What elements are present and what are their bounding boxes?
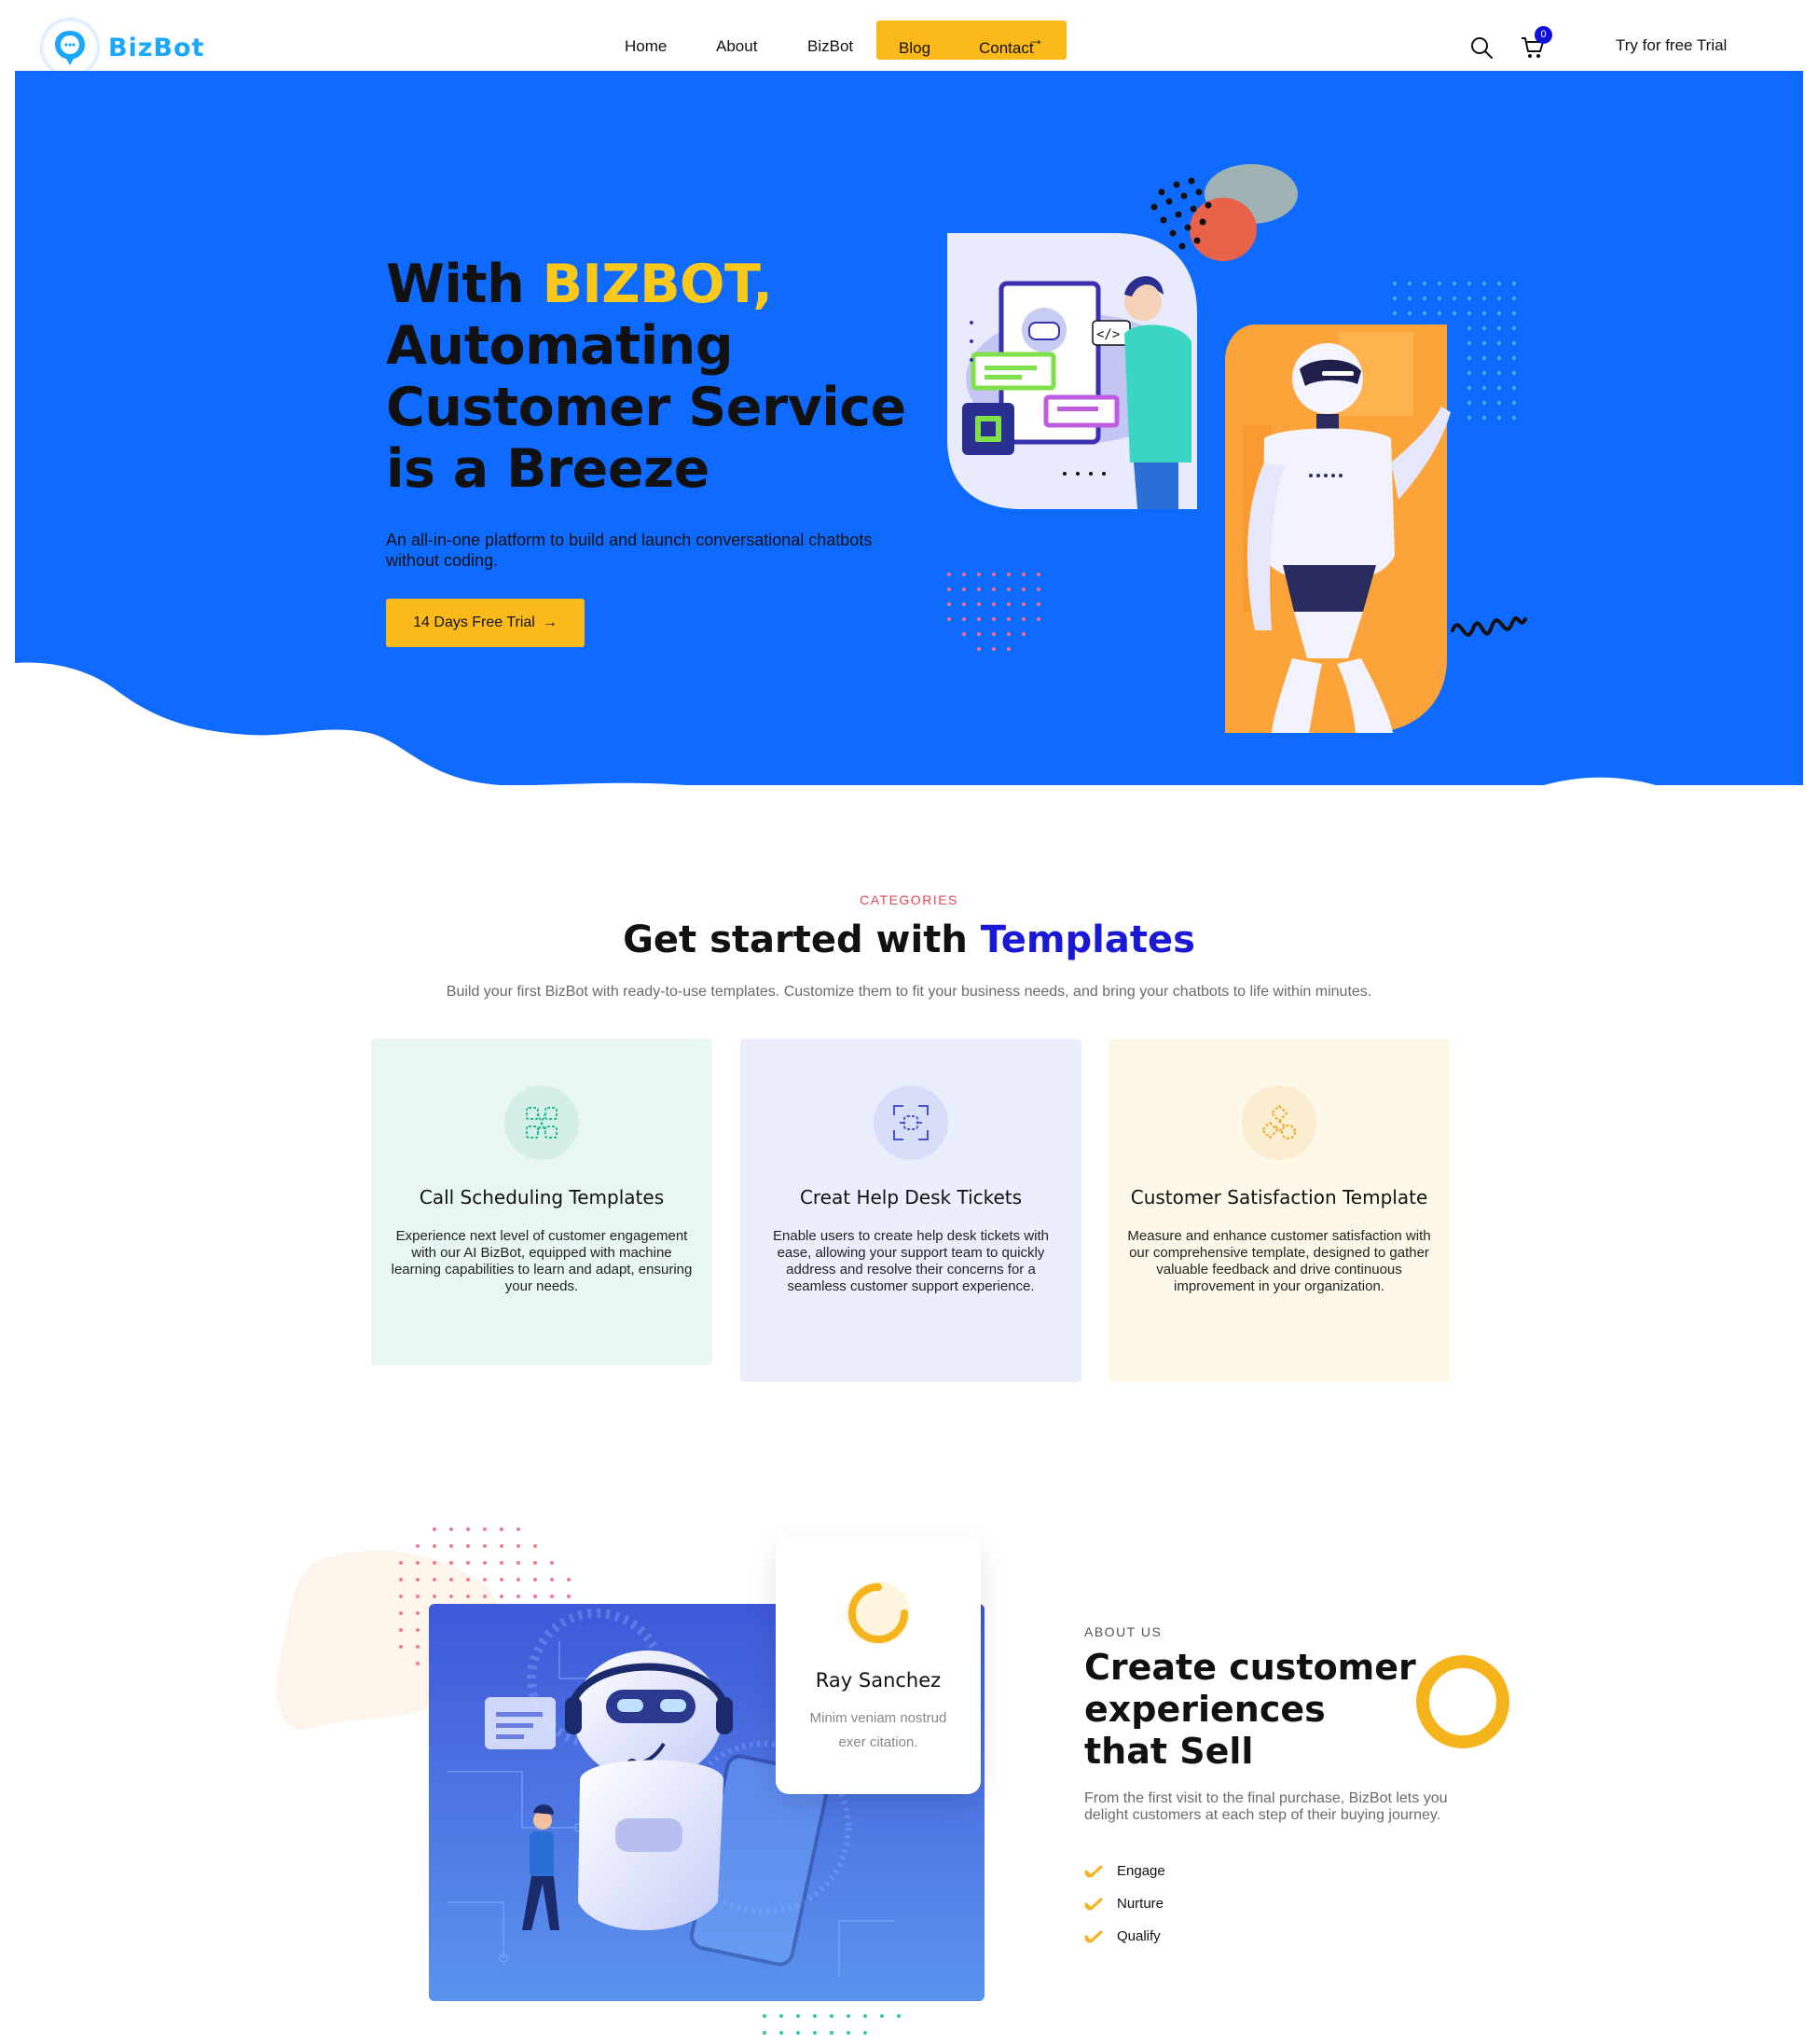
list-item: Engage [1084, 1863, 1165, 1896]
card-text: Experience next level of customer engage… [391, 1228, 693, 1294]
check-icon [1084, 1898, 1103, 1911]
cart-count-badge: 0 [1535, 26, 1552, 44]
card-title: Call Scheduling Templates [419, 1186, 665, 1208]
testimonial-card: Ray Sanchez Minim veniam nostrud exer ci… [776, 1537, 981, 1794]
network-icon [504, 1085, 579, 1160]
developer-illustration: </> [947, 233, 1197, 509]
site-header: BizBot Home About BizBot Blog Contact → … [0, 0, 1818, 76]
about-description: From the first visit to the final purcha… [1084, 1790, 1448, 1823]
check-icon [1084, 1865, 1103, 1878]
try-free-trial-link[interactable]: Try for free Trial [1616, 36, 1727, 55]
list-item-label: Nurture [1117, 1896, 1164, 1912]
robot-illustration [1225, 325, 1527, 733]
template-card-customer-satisfaction[interactable]: Customer Satisfaction Template Measure a… [1109, 1039, 1450, 1382]
dot-pattern-red [947, 573, 1040, 651]
categories-title: Get started with Templates [0, 918, 1818, 961]
template-card-help-desk[interactable]: Creat Help Desk Tickets Enable users to … [740, 1039, 1081, 1382]
about-label: ABOUT US [1084, 1624, 1163, 1639]
hero-section: With BIZBOT, Automating Customer Service… [15, 71, 1803, 785]
loading-ring-icon [847, 1581, 910, 1645]
hero-illustration: </> [947, 164, 1527, 733]
search-icon[interactable] [1469, 35, 1494, 60]
scan-icon [874, 1085, 948, 1160]
about-title: Create customer experiences that Sell [1084, 1647, 1416, 1772]
card-text: Enable users to create help desk tickets… [773, 1228, 1049, 1294]
chat-bubble-icon [41, 19, 99, 76]
arrow-right-icon: → [1027, 30, 1044, 48]
about-feature-list: Engage Nurture Qualify [1084, 1863, 1165, 1961]
decorative-blobs [1190, 164, 1298, 261]
nav-item-contact[interactable]: Contact [979, 39, 1034, 58]
categories-title-prefix: Get started with [623, 918, 981, 961]
categories-description: Build your first BizBot with ready-to-us… [446, 984, 1372, 1000]
nav-item-about[interactable]: About [716, 37, 757, 56]
list-item: Nurture [1084, 1896, 1165, 1928]
list-item-label: Qualify [1117, 1928, 1161, 1944]
card-title: Creat Help Desk Tickets [799, 1186, 1023, 1208]
card-text: Measure and enhance customer satisfactio… [1127, 1228, 1431, 1294]
list-item-label: Engage [1117, 1863, 1165, 1879]
categories-label: CATEGORIES [860, 892, 958, 907]
template-card-call-scheduling[interactable]: Call Scheduling Templates Experience nex… [371, 1039, 712, 1365]
bot-figure [565, 1650, 733, 1930]
brand-name: BizBot [108, 33, 205, 62]
nav-item-blog[interactable]: Blog [899, 39, 930, 58]
svg-text:</>: </> [1096, 327, 1120, 342]
card-title: Customer Satisfaction Template [1130, 1186, 1428, 1208]
nodes-icon [1242, 1085, 1316, 1160]
dot-pattern-teal-bottom [763, 2014, 901, 2035]
testimonial-text: Minim veniam nostrud exer citation. [809, 1710, 947, 1750]
brand-logo[interactable]: BizBot [41, 19, 205, 76]
ring-decoration [1416, 1655, 1509, 1748]
check-icon [1084, 1930, 1103, 1943]
list-item: Qualify [1084, 1928, 1165, 1961]
categories-title-accent: Templates [980, 918, 1195, 961]
nav-item-bizbot[interactable]: BizBot [807, 37, 853, 56]
testimonial-name: Ray Sanchez [815, 1669, 942, 1692]
nav-item-home[interactable]: Home [625, 37, 667, 56]
